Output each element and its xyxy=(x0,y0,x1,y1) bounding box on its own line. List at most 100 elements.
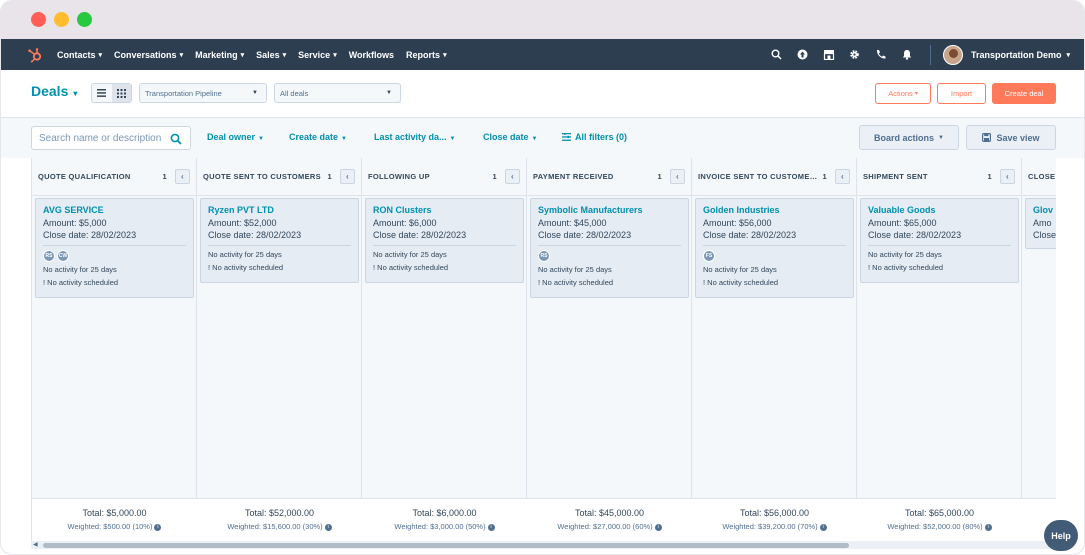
maximize-window-button[interactable] xyxy=(77,12,92,27)
close-window-button[interactable] xyxy=(31,12,46,27)
board-horizontal-scrollbar[interactable]: ◀ xyxy=(31,541,1056,549)
gear-icon[interactable] xyxy=(842,49,868,60)
column-header: CLOSE xyxy=(1022,158,1056,196)
deal-name-link[interactable]: Symbolic Manufacturers xyxy=(538,205,681,215)
all-filters-button[interactable]: All filters (0) xyxy=(562,132,627,143)
minimize-window-button[interactable] xyxy=(54,12,69,27)
info-icon[interactable]: i xyxy=(654,523,662,531)
info-icon[interactable]: i xyxy=(324,523,332,531)
info-icon[interactable]: i xyxy=(487,523,495,531)
collapse-column-button[interactable]: ‹ xyxy=(175,169,190,184)
deal-amount: Amount: $56,000 xyxy=(703,218,772,228)
nav-reports[interactable]: Reports ▾ xyxy=(406,50,447,60)
collapse-column-button[interactable]: ‹ xyxy=(505,169,520,184)
deal-owner-filter-label: Deal owner xyxy=(207,132,256,142)
nav-reports-label: Reports xyxy=(406,49,441,60)
info-icon[interactable]: i xyxy=(819,523,827,531)
column-weighted-label: Weighted: $52,000.00 (80%) xyxy=(887,522,983,531)
deal-name-link[interactable]: Glov xyxy=(1033,205,1056,215)
column-footer: Total: $6,000.00 Weighted: $3,000.00 (50… xyxy=(362,498,527,541)
account-name[interactable]: Transportation Demo xyxy=(971,50,1062,60)
deal-close-date: Close date: 28/02/2023 xyxy=(538,230,632,240)
deal-name-link[interactable]: Valuable Goods xyxy=(868,205,1011,215)
activity-scheduled-label: No activity scheduled xyxy=(377,263,449,272)
help-button[interactable]: Help xyxy=(1044,520,1078,551)
column-footer: Total: $56,000.00 Weighted: $39,200.00 (… xyxy=(692,498,857,541)
list-view-button[interactable] xyxy=(92,84,112,102)
chevron-down-icon[interactable]: ▾ xyxy=(1066,51,1070,59)
owner-avatar[interactable]: RS xyxy=(538,250,550,262)
deal-close-date: Close date: 28/02/2023 xyxy=(208,230,302,240)
info-icon[interactable]: i xyxy=(984,523,992,531)
deal-name-link[interactable]: RON Clusters xyxy=(373,205,516,215)
deal-card[interactable]: Golden Industries Amount: $56,000 Close … xyxy=(695,198,854,298)
column-weighted: Weighted: $15,600.00 (30%) i xyxy=(197,522,362,531)
last-activity-filter[interactable]: Last activity da... ▼ xyxy=(374,132,455,142)
activity-scheduled: ! No activity scheduled xyxy=(208,263,351,272)
deal-card[interactable]: Ryzen PVT LTD Amount: $52,000 Close date… xyxy=(200,198,359,283)
search-icon[interactable] xyxy=(170,132,182,150)
board-actions-label: Board actions xyxy=(874,132,935,143)
calling-icon[interactable] xyxy=(868,49,894,60)
board-actions-button[interactable]: Board actions ▼ xyxy=(859,125,959,150)
deal-card[interactable]: Symbolic Manufacturers Amount: $45,000 C… xyxy=(530,198,689,298)
board-column: QUOTE QUALIFICATION 1 ‹ AVG SERVICE Amount… xyxy=(32,158,197,541)
create-deal-button[interactable]: Create deal xyxy=(992,83,1056,104)
close-date-filter-label: Close date xyxy=(483,132,529,142)
deal-card[interactable]: RON Clusters Amount: $6,000 Close date: … xyxy=(365,198,524,283)
activity-scheduled: ! No activity scheduled xyxy=(538,278,681,287)
page-title[interactable]: Deals ▾ xyxy=(31,83,77,99)
board-view-button[interactable] xyxy=(111,84,131,102)
column-weighted: Weighted: $52,000.00 (80%) i xyxy=(857,522,1022,531)
nav-conversations[interactable]: Conversations ▾ xyxy=(114,50,183,60)
close-date-filter[interactable]: Close date ▼ xyxy=(483,132,537,142)
collapse-column-button[interactable]: ‹ xyxy=(670,169,685,184)
scrollbar-thumb[interactable] xyxy=(43,543,849,548)
last-activity-text: No activity for 25 days xyxy=(868,250,942,259)
collapse-column-button[interactable]: ‹ xyxy=(1000,169,1015,184)
owner-avatar[interactable]: FS xyxy=(703,250,715,262)
nav-sales[interactable]: Sales ▾ xyxy=(256,50,286,60)
column-header: INVOICE SENT TO CUSTOMERS 1 ‹ xyxy=(692,158,856,196)
collapse-column-button[interactable]: ‹ xyxy=(340,169,355,184)
deal-name-link[interactable]: Golden Industries xyxy=(703,205,846,215)
nav-workflows[interactable]: Workflows xyxy=(349,50,394,60)
card-divider xyxy=(538,245,681,246)
deal-owner-filter[interactable]: Deal owner ▼ xyxy=(207,132,264,142)
search-input[interactable] xyxy=(39,132,167,144)
nav-marketing[interactable]: Marketing ▾ xyxy=(195,50,244,60)
owner-avatar[interactable]: RS xyxy=(43,250,55,262)
scroll-left-icon[interactable]: ◀ xyxy=(33,541,38,548)
owner-avatar[interactable]: CW xyxy=(57,250,69,262)
column-header: QUOTE QUALIFICATION 1 ‹ xyxy=(32,158,196,196)
user-avatar[interactable] xyxy=(942,44,963,65)
deal-close-date: Close date: 28/02/2023 xyxy=(868,230,962,240)
import-button[interactable]: Import xyxy=(937,83,986,104)
info-icon[interactable]: i xyxy=(154,523,162,531)
hubspot-logo-icon[interactable] xyxy=(25,45,45,65)
nav-service[interactable]: Service ▾ xyxy=(298,50,337,60)
nav-marketing-label: Marketing xyxy=(195,49,238,60)
nav-contacts[interactable]: Contacts ▾ xyxy=(57,50,102,60)
deals-board: QUOTE QUALIFICATION 1 ‹ AVG SERVICE Amount… xyxy=(31,158,1056,541)
create-date-filter[interactable]: Create date ▼ xyxy=(289,132,347,142)
actions-button[interactable]: Actions ▾ xyxy=(875,83,931,104)
deal-card[interactable]: Valuable Goods Amount: $65,000 Close dat… xyxy=(860,198,1019,283)
deal-name-link[interactable]: Ryzen PVT LTD xyxy=(208,205,351,215)
deal-card[interactable]: AVG SERVICE Amount: $5,000 Close date: 2… xyxy=(35,198,194,298)
deal-amount: Amount: $6,000 xyxy=(373,218,437,228)
column-title: QUOTE QUALIFICATION xyxy=(38,172,131,181)
deal-card[interactable]: Glov Amo Close xyxy=(1025,198,1056,249)
bell-icon[interactable] xyxy=(894,49,920,60)
save-view-button[interactable]: Save view xyxy=(966,125,1056,150)
pipeline-select[interactable]: Transportation Pipeline ▼ xyxy=(139,83,267,103)
board-column: CLOSE Glov Amo Close xyxy=(1022,158,1056,541)
app-window: Contacts ▾ Conversations ▾ Marketing ▾ Sale… xyxy=(0,0,1085,555)
deals-view-select[interactable]: All deals ▼ xyxy=(274,83,401,103)
marketplace-icon[interactable] xyxy=(816,49,842,60)
search-icon[interactable] xyxy=(764,49,790,60)
chevron-down-icon: ▾ xyxy=(443,51,447,59)
deal-name-link[interactable]: AVG SERVICE xyxy=(43,205,186,215)
upgrade-icon[interactable] xyxy=(790,49,816,60)
collapse-column-button[interactable]: ‹ xyxy=(835,169,850,184)
